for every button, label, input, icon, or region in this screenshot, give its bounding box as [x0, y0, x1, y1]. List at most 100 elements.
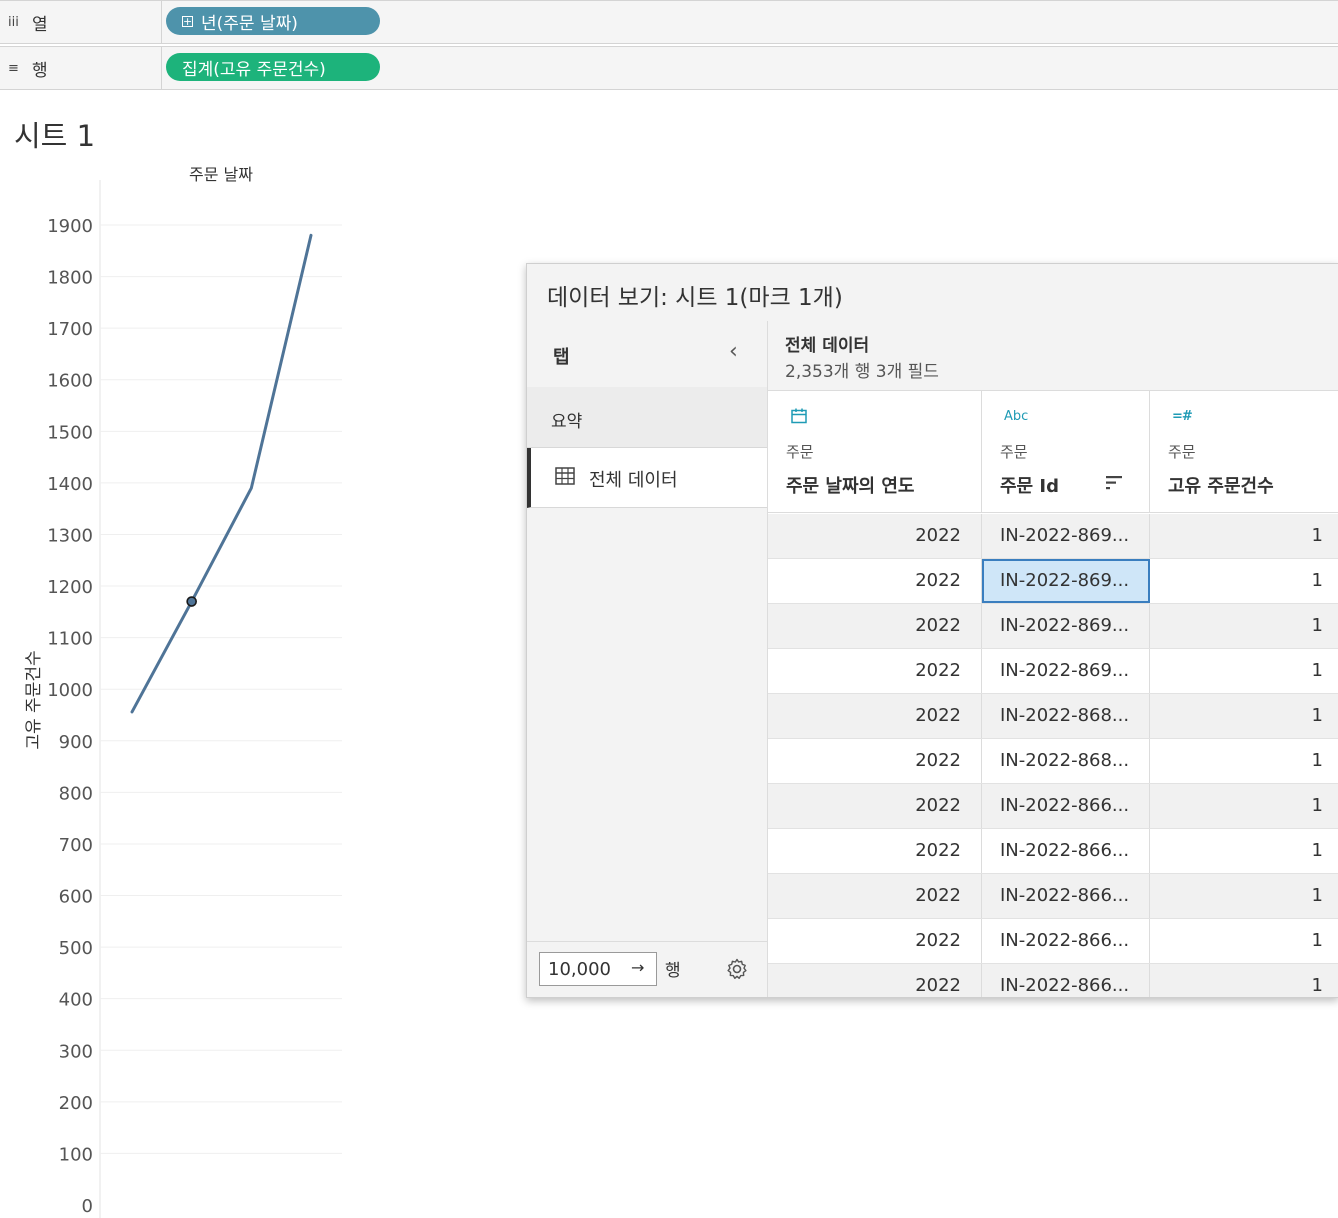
- distinct-order-count-pill-label: 집계(고유 주문건수): [182, 59, 326, 80]
- table-row[interactable]: 2022 IN-2022-866... 1: [768, 829, 1338, 874]
- table-cell[interactable]: 1: [1150, 964, 1338, 997]
- table-cell[interactable]: 1: [1150, 694, 1338, 738]
- y-tick-label: 700: [59, 835, 93, 856]
- column-field-distinct-count: 고유 주문건수: [1168, 476, 1274, 497]
- rows-label-text: 행: [32, 60, 48, 81]
- table-cell[interactable]: IN-2022-866...: [982, 964, 1150, 997]
- sort-icon[interactable]: [1105, 475, 1123, 491]
- columns-shelf-label: iii 열: [0, 1, 162, 43]
- table-cell[interactable]: 1: [1150, 874, 1338, 918]
- y-tick-label: 900: [59, 732, 93, 753]
- table-cell[interactable]: 2022: [768, 514, 982, 558]
- table-cell[interactable]: IN-2022-866...: [982, 919, 1150, 963]
- data-point[interactable]: [186, 596, 197, 607]
- y-tick-label: 100: [59, 1144, 93, 1165]
- column-header-order-id[interactable]: Abc 주문 주문 Id: [982, 391, 1150, 513]
- table-cell[interactable]: IN-2022-868...: [982, 739, 1150, 783]
- y-tick-label: 1600: [47, 371, 93, 392]
- y-tick-label: 500: [59, 938, 93, 959]
- table-cell[interactable]: 2022: [768, 919, 982, 963]
- chart-title: 주문 날짜: [189, 165, 253, 184]
- panel-header: 데이터 보기: 시트 1(마크 1개): [527, 264, 1338, 322]
- table-cell[interactable]: IN-2022-869...: [982, 649, 1150, 693]
- tabs-header: 탭 ‹: [527, 321, 767, 387]
- y-tick-label: 1400: [47, 474, 93, 495]
- table-cell[interactable]: 2022: [768, 739, 982, 783]
- y-tick-label: 800: [59, 783, 93, 804]
- table-row[interactable]: 2022 IN-2022-868... 1: [768, 739, 1338, 784]
- table-cell[interactable]: 2022: [768, 694, 982, 738]
- column-header-distinct-count[interactable]: =# 주문 고유 주문건수: [1150, 391, 1338, 513]
- table-cell[interactable]: 2022: [768, 649, 982, 693]
- column-table-year: 주문: [786, 443, 814, 461]
- table-cell[interactable]: 2022: [768, 964, 982, 997]
- distinct-order-count-pill[interactable]: 집계(고유 주문건수): [166, 53, 380, 81]
- columns-label-text: 열: [32, 14, 48, 35]
- string-type-icon: Abc: [1004, 409, 1029, 424]
- table-row[interactable]: 2022 IN-2022-869... 1: [768, 514, 1338, 559]
- year-order-date-pill[interactable]: + 년(주문 날짜): [166, 7, 380, 35]
- tabs-label: 탭: [553, 347, 570, 368]
- source-name: 전체 데이터: [785, 336, 870, 356]
- table-cell[interactable]: 1: [1150, 604, 1338, 648]
- table-row[interactable]: 2022 IN-2022-866... 1: [768, 874, 1338, 919]
- table-cell[interactable]: IN-2022-869...: [982, 559, 1150, 603]
- table-cell[interactable]: 1: [1150, 559, 1338, 603]
- table-cell[interactable]: 1: [1150, 784, 1338, 828]
- column-header-year[interactable]: 주문 주문 날짜의 연도: [768, 391, 982, 513]
- tabs-sidebar: 탭 ‹ 요약 전체 데이터 → 행: [527, 321, 768, 997]
- table-cell[interactable]: IN-2022-869...: [982, 604, 1150, 648]
- table-cell[interactable]: 2022: [768, 604, 982, 648]
- table-cell[interactable]: IN-2022-866...: [982, 829, 1150, 873]
- table-row[interactable]: 2022 IN-2022-866... 1: [768, 964, 1338, 997]
- table-cell[interactable]: 2022: [768, 829, 982, 873]
- expand-icon[interactable]: +: [182, 15, 193, 27]
- column-table-distinct-count: 주문: [1168, 443, 1196, 461]
- source-header: 전체 데이터 2,353개 행 3개 필드: [768, 321, 1338, 391]
- table-row[interactable]: 2022 IN-2022-869... 1: [768, 604, 1338, 649]
- table-cell[interactable]: 1: [1150, 514, 1338, 558]
- rows-shelf: ≡ 행 집계(고유 주문건수): [0, 46, 1338, 90]
- table-cell[interactable]: IN-2022-868...: [982, 694, 1150, 738]
- column-field-order-id: 주문 Id: [1000, 476, 1059, 497]
- calendar-icon: [791, 408, 807, 424]
- panel-footer: → 행: [527, 941, 767, 997]
- panel-title: 데이터 보기: 시트 1(마크 1개): [547, 285, 843, 311]
- tab-all-data-label: 전체 데이터: [589, 470, 678, 491]
- rows-icon: ≡: [8, 60, 19, 76]
- table-cell[interactable]: IN-2022-869...: [982, 514, 1150, 558]
- table-row[interactable]: 2022 IN-2022-868... 1: [768, 694, 1338, 739]
- table-cell[interactable]: 1: [1150, 739, 1338, 783]
- table-cell[interactable]: IN-2022-866...: [982, 784, 1150, 828]
- table-row[interactable]: 2022 IN-2022-866... 1: [768, 784, 1338, 829]
- y-tick-label: 1300: [47, 525, 93, 546]
- arrow-right-icon[interactable]: →: [631, 958, 644, 977]
- tab-summary-label: 요약: [551, 412, 583, 432]
- table-row[interactable]: 2022 IN-2022-869... 1: [768, 649, 1338, 694]
- series-line[interactable]: [130, 233, 313, 714]
- table-cell[interactable]: 2022: [768, 874, 982, 918]
- table-cell[interactable]: 1: [1150, 919, 1338, 963]
- y-tick-label: 1100: [47, 629, 93, 650]
- year-order-date-pill-label: 년(주문 날짜): [201, 13, 298, 34]
- columns-shelf: iii 열 + 년(주문 날짜): [0, 0, 1338, 44]
- table-cell[interactable]: IN-2022-866...: [982, 874, 1150, 918]
- gear-icon[interactable]: [725, 957, 749, 981]
- table-row[interactable]: 2022 IN-2022-869... 1: [768, 559, 1338, 604]
- table-cell[interactable]: 2022: [768, 784, 982, 828]
- y-tick-label: 400: [59, 990, 93, 1011]
- tab-summary[interactable]: 요약: [527, 387, 767, 448]
- table-cell[interactable]: 1: [1150, 649, 1338, 693]
- table-cell[interactable]: 1: [1150, 829, 1338, 873]
- table-icon: [555, 467, 575, 485]
- source-meta: 2,353개 행 3개 필드: [785, 362, 939, 382]
- chevron-left-icon[interactable]: ‹: [729, 339, 738, 364]
- line-chart: 0 100 200 300 400 500 600 700 800 900 1000 1100 1200…: [24, 165, 342, 1218]
- table-row[interactable]: 2022 IN-2022-866... 1: [768, 919, 1338, 964]
- rows-shelf-label: ≡ 행: [0, 47, 162, 89]
- tab-all-data[interactable]: 전체 데이터: [527, 448, 767, 508]
- column-field-year: 주문 날짜의 연도: [786, 476, 915, 497]
- table-cell[interactable]: 2022: [768, 559, 982, 603]
- y-tick-label: 1500: [47, 422, 93, 443]
- column-table-order-id: 주문: [1000, 443, 1028, 461]
